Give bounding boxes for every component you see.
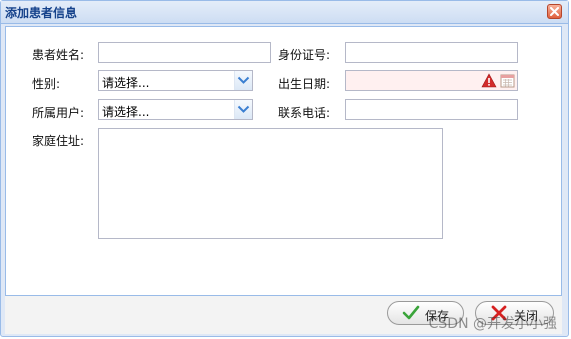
owner-user-select-value: 请选择... <box>102 105 150 119</box>
chevron-down-icon <box>237 76 250 84</box>
watermark: CSDN @开发小小强 <box>428 316 557 332</box>
gender-select-value: 请选择... <box>102 76 150 90</box>
calendar-icon[interactable] <box>500 73 515 88</box>
dialog-title: 添加患者信息 <box>5 6 78 20</box>
address-textarea[interactable] <box>98 128 443 239</box>
warning-icon <box>481 73 497 88</box>
owner-user-dropdown-trigger[interactable] <box>234 100 252 119</box>
id-number-input[interactable] <box>345 42 518 63</box>
patient-name-input[interactable] <box>98 42 271 63</box>
gender-select[interactable]: 请选择... <box>98 70 253 91</box>
add-patient-dialog: 添加患者信息 患者姓名: 身份证号: 性别: 请选择... 出生日期: 所属用户… <box>0 0 569 337</box>
gender-dropdown-trigger[interactable] <box>234 71 252 90</box>
id-number-label: 身份证号: <box>278 48 331 62</box>
address-label: 家庭住址: <box>32 134 85 148</box>
gender-label: 性别: <box>32 77 61 91</box>
owner-user-label: 所属用户: <box>32 106 85 120</box>
dialog-close-button[interactable] <box>547 4 562 19</box>
dialog-titlebar[interactable]: 添加患者信息 <box>1 1 568 24</box>
owner-user-select[interactable]: 请选择... <box>98 99 253 120</box>
phone-input[interactable] <box>345 99 518 120</box>
patient-name-label: 患者姓名: <box>32 48 85 62</box>
form-panel: 患者姓名: 身份证号: 性别: 请选择... 出生日期: 所属用户: 请选择..… <box>5 26 562 296</box>
chevron-down-icon <box>237 105 250 113</box>
phone-label: 联系电话: <box>278 106 331 120</box>
close-icon <box>550 7 559 16</box>
checkmark-icon <box>402 305 420 320</box>
birth-date-label: 出生日期: <box>278 77 331 91</box>
birth-date-field[interactable] <box>345 70 518 91</box>
